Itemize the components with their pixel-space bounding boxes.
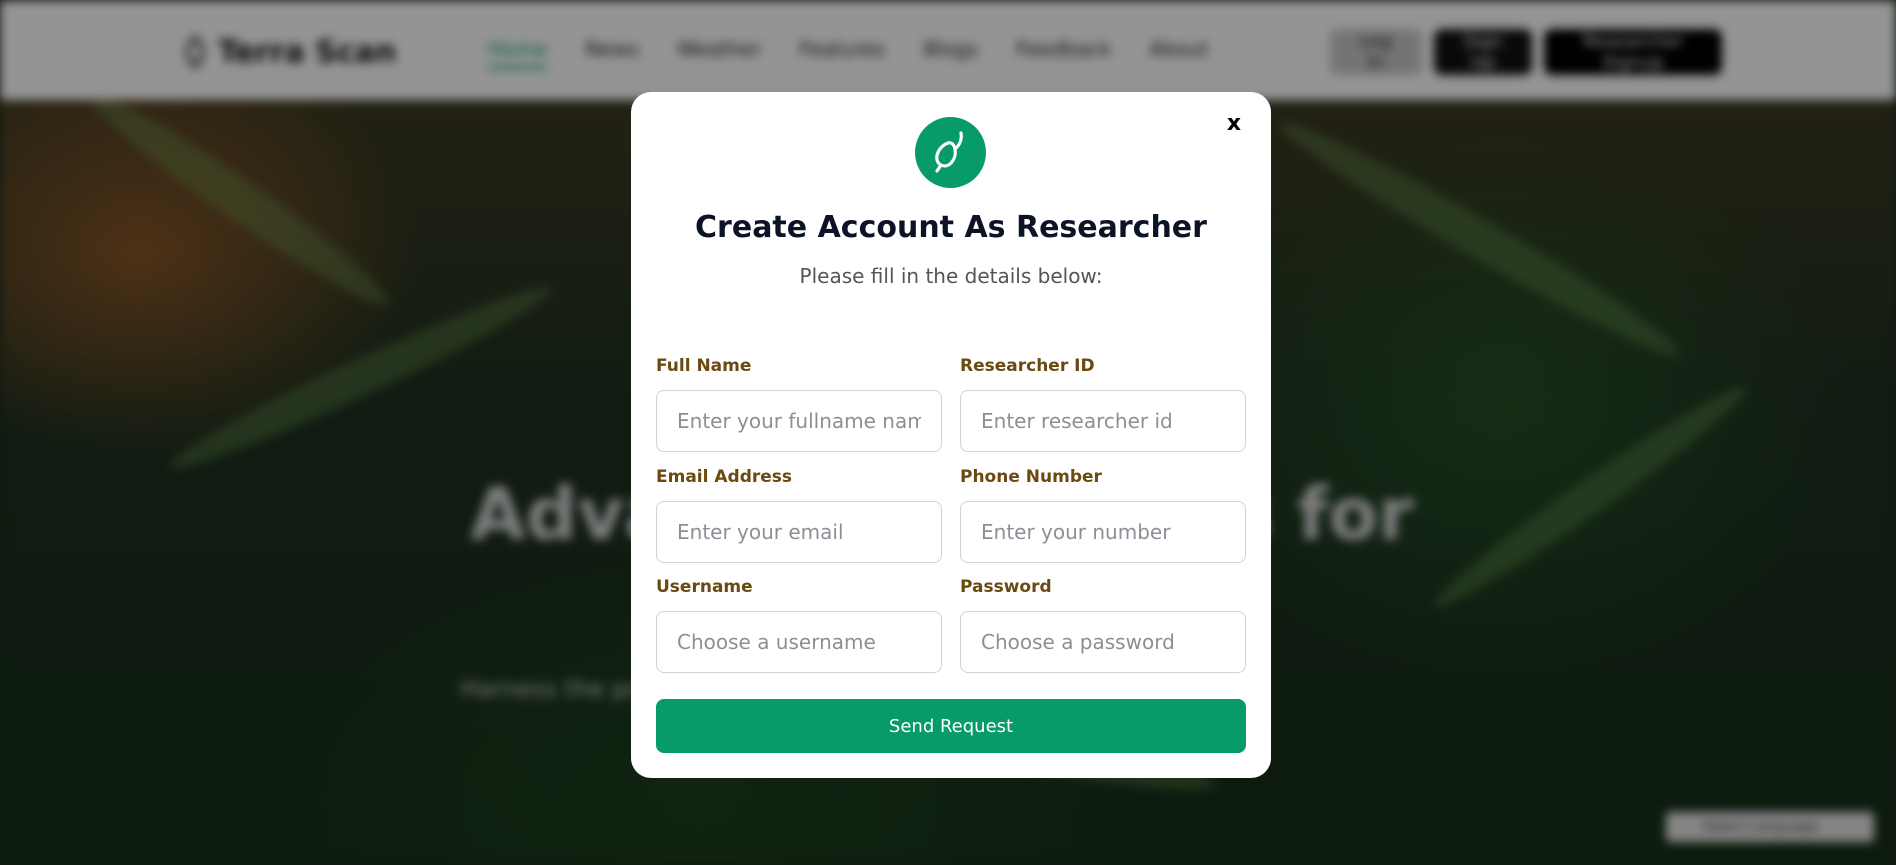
sprout-logo-icon [915, 117, 986, 188]
phone-label: Phone Number [960, 467, 1102, 487]
email-label: Email Address [656, 467, 793, 487]
password-label: Password [960, 577, 1052, 597]
researcher-id-input[interactable] [960, 390, 1246, 452]
close-button[interactable]: x [1219, 108, 1249, 138]
modal-subtitle: Please fill in the details below: [799, 264, 1103, 288]
researcher-id-label: Researcher ID [960, 356, 1095, 376]
phone-input[interactable] [960, 501, 1246, 563]
researcher-signup-modal: x Create Account As Researcher Please fi… [631, 92, 1271, 778]
email-input[interactable] [656, 501, 942, 563]
password-input[interactable] [960, 611, 1246, 673]
full-name-input[interactable] [656, 390, 942, 452]
send-request-button[interactable]: Send Request [656, 699, 1246, 753]
username-label: Username [656, 577, 753, 597]
username-input[interactable] [656, 611, 942, 673]
modal-title: Create Account As Researcher [695, 210, 1207, 245]
full-name-label: Full Name [656, 356, 752, 376]
